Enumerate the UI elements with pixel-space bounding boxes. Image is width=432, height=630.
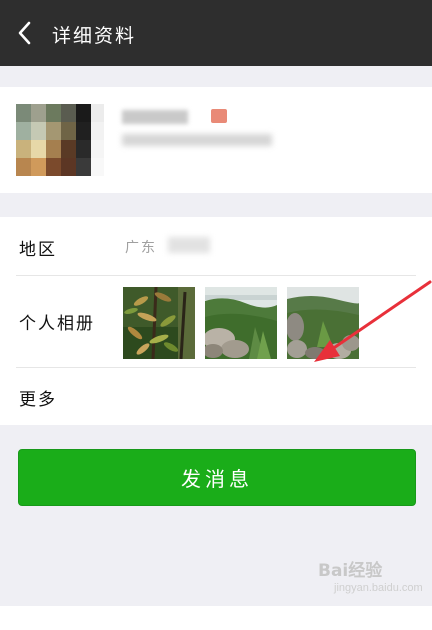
profile-id-redacted bbox=[122, 134, 272, 146]
avatar-image bbox=[16, 104, 104, 176]
profile-card[interactable] bbox=[0, 87, 432, 193]
region-row: 地区 广东 bbox=[0, 217, 432, 275]
details-card: 地区 广东 个人相册 更多 bbox=[0, 217, 432, 425]
more-label: 更多 bbox=[19, 390, 57, 410]
profile-name-redacted bbox=[122, 110, 188, 124]
back-button[interactable] bbox=[10, 18, 40, 48]
title-bar: 详细资料 bbox=[0, 0, 432, 66]
region-label: 地区 bbox=[19, 240, 57, 260]
chevron-left-icon bbox=[18, 21, 31, 45]
content-area: 地区 广东 个人相册 更多 发消息 bbox=[0, 66, 432, 606]
album-photo-plants[interactable] bbox=[123, 287, 195, 359]
album-photo-rocks[interactable] bbox=[287, 287, 359, 359]
album-photo-hills[interactable] bbox=[205, 287, 277, 359]
page-title: 详细资料 bbox=[52, 25, 137, 47]
region-value: 广东 bbox=[125, 240, 157, 256]
album-row[interactable]: 个人相册 bbox=[0, 275, 432, 367]
send-message-button[interactable]: 发消息 bbox=[18, 449, 416, 506]
more-row[interactable]: 更多 bbox=[0, 367, 432, 425]
region-value-redacted bbox=[168, 237, 210, 253]
album-label: 个人相册 bbox=[19, 314, 95, 334]
gender-icon bbox=[211, 109, 227, 123]
watermark: Bai经验 bbox=[318, 561, 383, 581]
avatar[interactable] bbox=[16, 104, 104, 176]
watermark-url: jingyan.baidu.com bbox=[334, 582, 423, 594]
